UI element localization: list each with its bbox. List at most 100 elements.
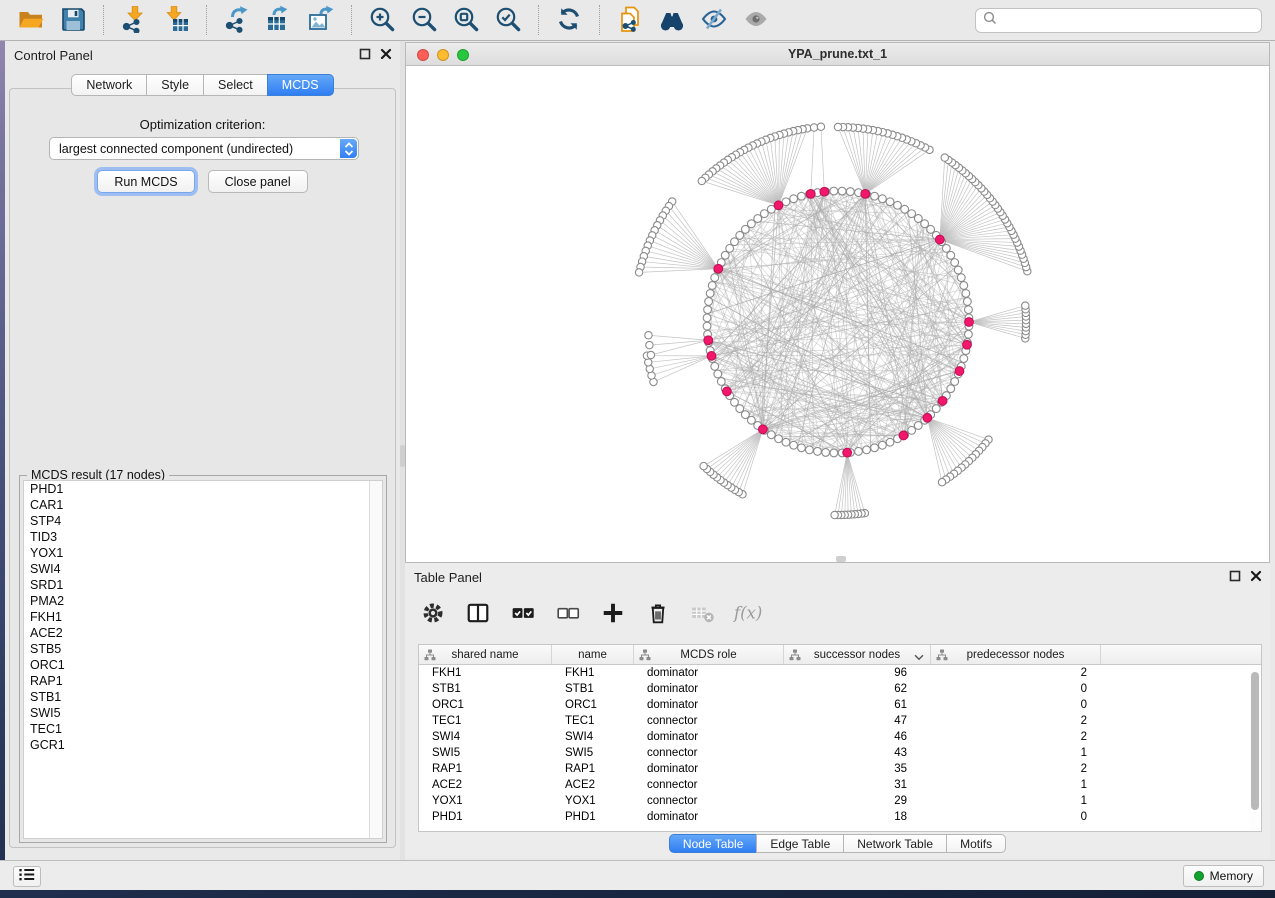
network-graph[interactable] (406, 66, 1269, 562)
cell[interactable]: connector (634, 779, 784, 791)
mcds-result-item[interactable]: STB1 (24, 689, 382, 705)
cell[interactable]: FKH1 (419, 667, 552, 679)
close-panel-icon[interactable] (1250, 570, 1262, 582)
cell[interactable]: ACE2 (419, 779, 552, 791)
clone-network-button[interactable] (613, 3, 647, 37)
tab-motifs[interactable]: Motifs (946, 834, 1006, 853)
column-header-shared-name[interactable]: shared name (419, 645, 552, 664)
cell[interactable]: 1 (931, 779, 1101, 791)
mcds-result-item[interactable]: ORC1 (24, 657, 382, 673)
mcds-result-item[interactable]: PMA2 (24, 593, 382, 609)
cell[interactable]: TEC1 (552, 715, 634, 727)
memory-button[interactable]: Memory (1183, 865, 1264, 887)
tab-network-table[interactable]: Network Table (843, 834, 947, 853)
mcds-result-item[interactable]: CAR1 (24, 497, 382, 513)
tab-mcds[interactable]: MCDS (267, 74, 334, 96)
zoom-selected-button[interactable] (491, 3, 525, 37)
float-panel-icon[interactable] (1229, 570, 1241, 582)
cell[interactable]: 43 (784, 747, 931, 759)
cell[interactable]: 0 (931, 683, 1101, 695)
cell[interactable]: PHD1 (552, 811, 634, 823)
cell[interactable]: dominator (634, 699, 784, 711)
cell[interactable]: 2 (931, 667, 1101, 679)
cell[interactable]: dominator (634, 667, 784, 679)
import-table-button[interactable] (159, 3, 193, 37)
delete-row-button[interactable] (643, 599, 673, 629)
cell[interactable]: connector (634, 747, 784, 759)
cell[interactable]: ORC1 (552, 699, 634, 711)
task-history-button[interactable] (13, 866, 41, 887)
cell[interactable]: connector (634, 715, 784, 727)
close-panel-button[interactable]: Close panel (208, 170, 308, 193)
tab-network[interactable]: Network (71, 74, 147, 96)
cell[interactable]: 47 (784, 715, 931, 727)
table-row[interactable]: PHD1PHD1dominator180 (419, 809, 1261, 825)
mcds-result-item[interactable]: SWI4 (24, 561, 382, 577)
cell[interactable]: STB1 (419, 683, 552, 695)
float-panel-icon[interactable] (359, 48, 371, 60)
table-splitter-grip[interactable] (836, 556, 846, 562)
cell[interactable]: 0 (931, 699, 1101, 711)
table-row[interactable]: FKH1FKH1dominator962 (419, 665, 1261, 681)
mcds-result-item[interactable]: TEC1 (24, 721, 382, 737)
cell[interactable]: dominator (634, 763, 784, 775)
optimization-criterion-select[interactable]: largest connected component (undirected) (49, 137, 359, 160)
column-header-MCDS-role[interactable]: MCDS role (634, 645, 784, 664)
cell[interactable]: dominator (634, 811, 784, 823)
cell[interactable]: RAP1 (419, 763, 552, 775)
cell[interactable]: 62 (784, 683, 931, 695)
node-table[interactable]: shared namenameMCDS rolesuccessor nodesp… (418, 644, 1262, 832)
settings-gear-button[interactable] (418, 599, 448, 629)
zoom-out-button[interactable] (407, 3, 441, 37)
cell[interactable]: STB1 (552, 683, 634, 695)
cell[interactable]: 2 (931, 715, 1101, 727)
select-all-rows-button[interactable] (508, 599, 538, 629)
cell[interactable]: YOX1 (419, 795, 552, 807)
save-session-button[interactable] (56, 3, 90, 37)
cell[interactable]: 46 (784, 731, 931, 743)
table-row[interactable]: RAP1RAP1dominator352 (419, 761, 1261, 777)
cell[interactable]: 61 (784, 699, 931, 711)
list-scrollbar[interactable] (369, 481, 382, 838)
add-row-button[interactable] (598, 599, 628, 629)
tab-node-table[interactable]: Node Table (669, 834, 758, 853)
export-network-button[interactable] (220, 3, 254, 37)
import-network-button[interactable] (117, 3, 151, 37)
cell[interactable]: 96 (784, 667, 931, 679)
refresh-button[interactable] (552, 3, 586, 37)
close-panel-icon[interactable] (380, 48, 392, 60)
cell[interactable]: 1 (931, 795, 1101, 807)
run-mcds-button[interactable]: Run MCDS (97, 170, 194, 193)
cell[interactable]: TEC1 (419, 715, 552, 727)
search-input[interactable] (1002, 11, 1261, 31)
cell[interactable]: RAP1 (552, 763, 634, 775)
cell[interactable]: 0 (931, 811, 1101, 823)
cell[interactable]: SWI4 (552, 731, 634, 743)
table-row[interactable]: SWI4SWI4dominator462 (419, 729, 1261, 745)
cell[interactable]: 1 (931, 747, 1101, 759)
zoom-in-button[interactable] (365, 3, 399, 37)
mcds-result-item[interactable]: ACE2 (24, 625, 382, 641)
cell[interactable]: SWI5 (552, 747, 634, 759)
cell[interactable]: FKH1 (552, 667, 634, 679)
mcds-result-item[interactable]: STB5 (24, 641, 382, 657)
cell[interactable]: dominator (634, 683, 784, 695)
network-view[interactable] (406, 66, 1269, 562)
mcds-result-item[interactable]: STP4 (24, 513, 382, 529)
mcds-result-item[interactable]: PHD1 (24, 481, 382, 497)
cell[interactable]: 2 (931, 731, 1101, 743)
cell[interactable]: 29 (784, 795, 931, 807)
cell[interactable]: dominator (634, 731, 784, 743)
column-header-successor-nodes[interactable]: successor nodes (784, 645, 931, 664)
table-row[interactable]: ORC1ORC1dominator610 (419, 697, 1261, 713)
export-image-button[interactable] (304, 3, 338, 37)
cell[interactable]: ACE2 (552, 779, 634, 791)
cell[interactable]: PHD1 (419, 811, 552, 823)
cell[interactable]: ORC1 (419, 699, 552, 711)
column-header-name[interactable]: name (552, 645, 634, 664)
table-row[interactable]: SWI5SWI5connector431 (419, 745, 1261, 761)
table-row[interactable]: TEC1TEC1connector472 (419, 713, 1261, 729)
export-table-button[interactable] (262, 3, 296, 37)
show-eye-button[interactable] (739, 3, 773, 37)
cell[interactable]: connector (634, 795, 784, 807)
